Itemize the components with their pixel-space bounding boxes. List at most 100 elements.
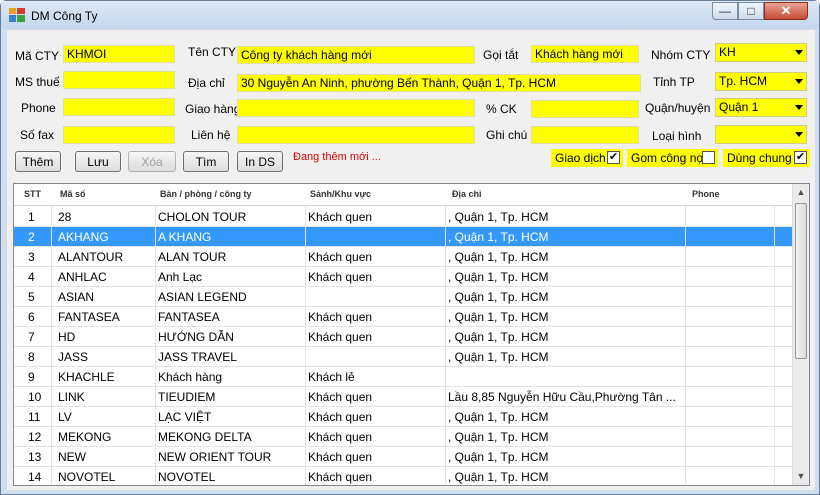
- table-row[interactable]: 1 28 CHOLON TOUR Khách quen , Quận 1, Tp. HC…: [14, 207, 794, 227]
- cell-stt: 3: [28, 250, 35, 264]
- cell-diachi: , Quận 1, Tp. HCM: [448, 290, 549, 304]
- cell-diachi: , Quận 1, Tp. HCM: [448, 470, 549, 484]
- cell-diachi: , Quận 1, Tp. HCM: [448, 210, 549, 224]
- print-list-button[interactable]: In DS: [237, 151, 283, 172]
- vertical-scrollbar[interactable]: ▲ ▼: [792, 184, 809, 485]
- scroll-thumb[interactable]: [795, 203, 807, 359]
- col-phone[interactable]: Phone: [692, 189, 720, 199]
- nhom-cty-value: KH: [719, 45, 736, 59]
- chevron-down-icon: [795, 132, 803, 137]
- cell-ma: ASIAN: [58, 290, 95, 304]
- cell-diachi: , Quận 1, Tp. HCM: [448, 310, 549, 324]
- dia-chi-label: Địa chỉ: [188, 76, 225, 90]
- loai-hinh-label: Loại hình: [652, 129, 702, 143]
- table-row[interactable]: 4 ANHLAC Anh Lạc Khách quen , Quận 1, Tp. HC…: [14, 267, 794, 287]
- title-bar[interactable]: DM Công Ty — □ ✕: [1, 1, 819, 29]
- table-row[interactable]: 6 FANTASEA FANTASEA Khách quen , Quận 1, Tp.…: [14, 307, 794, 327]
- column-divider: [155, 206, 156, 485]
- so-fax-input[interactable]: [63, 126, 175, 144]
- nhom-cty-select[interactable]: KH: [715, 43, 807, 62]
- cell-ma: NEW: [58, 450, 86, 464]
- cell-ma: NOVOTEL: [58, 470, 116, 484]
- gom-cong-no-checkbox[interactable]: Gom công nợ: [627, 149, 718, 167]
- cell-ten: NEW ORIENT TOUR: [158, 450, 272, 464]
- col-stt[interactable]: STT: [24, 189, 41, 199]
- scroll-down-icon[interactable]: ▼: [793, 468, 809, 485]
- col-ma-so[interactable]: Mã số: [60, 189, 86, 199]
- lien-he-input[interactable]: [237, 126, 475, 144]
- table-row[interactable]: 10 LINK TIEUDIEM Khách quen Lầu 8,85 Nguyễn …: [14, 387, 794, 407]
- table-row[interactable]: 12 MEKONG MEKONG DELTA Khách quen , Quận 1, …: [14, 427, 794, 447]
- gom-cong-no-label: Gom công nợ: [631, 151, 705, 165]
- ms-thue-input[interactable]: [63, 71, 175, 89]
- quan-huyen-select[interactable]: Quận 1: [715, 98, 807, 117]
- cell-diachi: , Quận 1, Tp. HCM: [448, 250, 549, 264]
- cell-ma: LV: [58, 410, 72, 424]
- cell-khu: Khách quen: [308, 390, 373, 404]
- cell-ma: ANHLAC: [58, 270, 107, 284]
- giao-dich-checkbox[interactable]: Giao dịch ✔: [551, 149, 623, 167]
- save-button[interactable]: Lưu: [75, 151, 121, 172]
- ma-cty-label: Mã CTY: [15, 49, 60, 63]
- table-row[interactable]: 14 NOVOTEL NOVOTEL Khách quen , Quận 1, Tp. …: [14, 467, 794, 485]
- column-divider: [685, 206, 686, 485]
- add-button[interactable]: Thêm: [15, 151, 61, 172]
- maximize-button[interactable]: □: [738, 2, 764, 20]
- chevron-down-icon: [795, 50, 803, 55]
- cell-ten: LẠC VIỆT: [158, 410, 212, 424]
- table-row[interactable]: 9 KHACHLE Khách hàng Khách lẻ: [14, 367, 794, 387]
- table-row[interactable]: 13 NEW NEW ORIENT TOUR Khách quen , Quận 1, …: [14, 447, 794, 467]
- lien-he-label: Liên hệ: [191, 128, 231, 142]
- cell-diachi: Lầu 8,85 Nguyễn Hữu Cầu,Phường Tân ...: [448, 390, 676, 404]
- cell-diachi: , Quận 1, Tp. HCM: [448, 270, 549, 284]
- col-khu-vuc[interactable]: Sảnh/Khu vực: [310, 189, 371, 199]
- dia-chi-input[interactable]: 30 Nguyễn An Ninh, phường Bến Thành, Quậ…: [237, 74, 641, 92]
- table-row[interactable]: 2 AKHANG A KHANG , Quận 1, Tp. HCM: [14, 227, 794, 247]
- cell-ten: A KHANG: [158, 230, 212, 244]
- goi-tat-input[interactable]: Khách hàng mới: [531, 45, 639, 63]
- cell-stt: 1: [28, 210, 35, 224]
- dung-chung-checkbox[interactable]: Dùng chung ✔: [723, 149, 810, 167]
- cell-khu: Khách quen: [308, 250, 373, 264]
- window-title: DM Công Ty: [31, 9, 98, 23]
- cell-ten: TIEUDIEM: [158, 390, 216, 404]
- col-ten[interactable]: Bàn / phòng / công ty: [160, 189, 252, 199]
- cell-ma: KHACHLE: [58, 370, 115, 384]
- company-grid[interactable]: STT Mã số Bàn / phòng / công ty Sảnh/Khu…: [13, 183, 810, 486]
- ghi-chu-input[interactable]: [531, 126, 639, 144]
- ten-cty-input[interactable]: Công ty khách hàng mới: [237, 46, 475, 64]
- phone-input[interactable]: [63, 98, 175, 116]
- minimize-button[interactable]: —: [712, 2, 738, 20]
- cell-stt: 12: [28, 430, 42, 444]
- giao-hang-input[interactable]: [237, 99, 475, 117]
- tinh-tp-select[interactable]: Tp. HCM: [715, 72, 807, 91]
- ma-cty-input[interactable]: KHMOI: [63, 45, 175, 63]
- cell-ten: HƯỚNG DẪN: [158, 330, 234, 344]
- giao-dich-label: Giao dịch: [555, 151, 606, 165]
- col-dia-chi[interactable]: Địa chỉ: [452, 189, 482, 199]
- table-row[interactable]: 5 ASIAN ASIAN LEGEND , Quận 1, Tp. HCM: [14, 287, 794, 307]
- close-button[interactable]: ✕: [764, 2, 808, 20]
- table-row[interactable]: 3 ALANTOUR ALAN TOUR Khách quen , Quận 1, Tp…: [14, 247, 794, 267]
- cell-ten: ALAN TOUR: [158, 250, 227, 264]
- scroll-up-icon[interactable]: ▲: [793, 184, 809, 201]
- delete-button[interactable]: Xóa: [128, 151, 176, 172]
- column-divider: [774, 206, 775, 485]
- nhom-cty-label: Nhóm CTY: [651, 48, 711, 62]
- pct-ck-input[interactable]: [531, 100, 639, 118]
- cell-ma: JASS: [58, 350, 89, 364]
- table-row[interactable]: 8 JASS JASS TRAVEL , Quận 1, Tp. HCM: [14, 347, 794, 367]
- cell-stt: 6: [28, 310, 35, 324]
- cell-ten: Anh Lạc: [158, 270, 203, 284]
- status-text: Đang thêm mới ...: [293, 151, 381, 163]
- table-row[interactable]: 11 LV LẠC VIỆT Khách quen , Quận 1, Tp. HCM: [14, 407, 794, 427]
- cell-stt: 10: [28, 390, 42, 404]
- cell-stt: 14: [28, 470, 42, 484]
- column-divider: [51, 206, 52, 485]
- table-row[interactable]: 7 HD HƯỚNG DẪN Khách quen , Quận 1, Tp. HCM: [14, 327, 794, 347]
- search-button[interactable]: Tìm: [183, 151, 229, 172]
- cell-ten: MEKONG DELTA: [158, 430, 252, 444]
- cell-ma: 28: [58, 210, 72, 224]
- giao-hang-label: Giao hàng: [185, 102, 241, 116]
- loai-hinh-select[interactable]: [715, 125, 807, 144]
